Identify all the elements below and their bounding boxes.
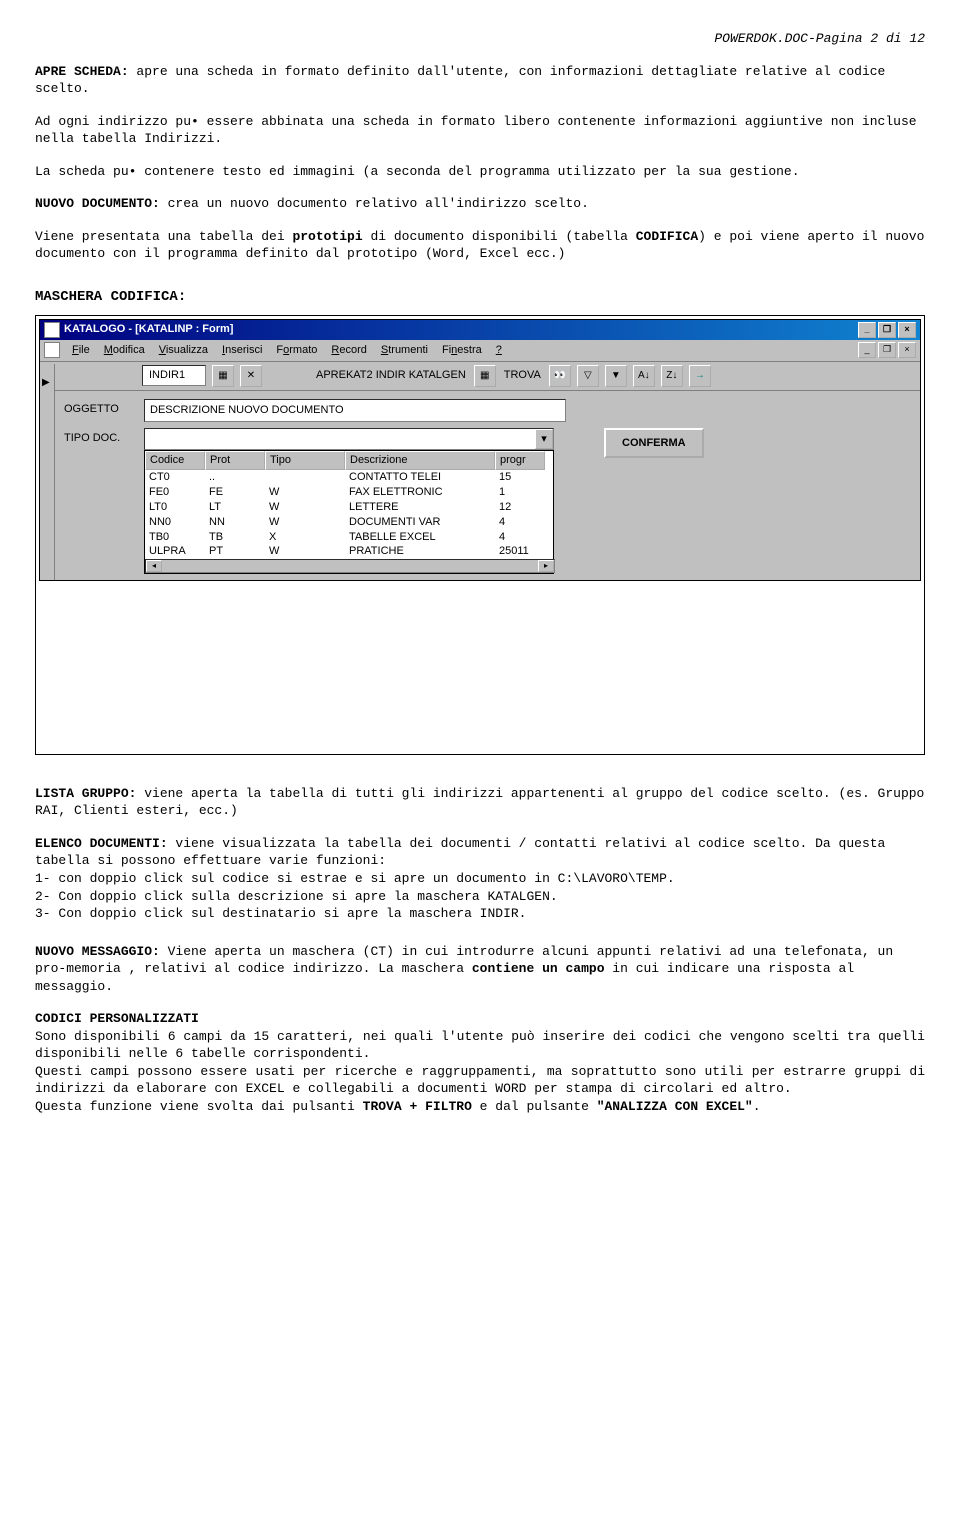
toolbar-field-indir1[interactable]: INDIR1 (142, 365, 206, 386)
nuovo-msg-label: NUOVO MESSAGGIO: (35, 944, 160, 959)
col-prot: Prot (205, 451, 265, 470)
menu-visualizza[interactable]: Visualizza (153, 342, 214, 359)
window-title: KATALOGO - [KATALINP : Form] (64, 322, 233, 337)
toolbar-icon-2[interactable]: ✕ (240, 365, 262, 387)
proto-d: CODIFICA (636, 229, 698, 244)
filter-apply-icon[interactable]: ▼ (605, 365, 627, 387)
lista-gruppo-label: LISTA GRUPPO: (35, 786, 136, 801)
mdi-maximize-button[interactable]: ❐ (878, 342, 896, 358)
elenco-doc-label: ELENCO DOCUMENTI: (35, 836, 168, 851)
apre-scheda-label: APRE SCHEDA: (35, 64, 129, 79)
menu-file[interactable]: File (66, 342, 96, 359)
elenco-li2: 2- Con doppio click sulla descrizione si… (35, 888, 925, 906)
menu-inserisci[interactable]: Inserisci (216, 342, 268, 359)
dropdown-row[interactable]: ULPRAPTWPRATICHE25011 (145, 544, 553, 559)
toolbar-icon-3[interactable]: ▦ (474, 365, 496, 387)
toolbar-icon-1[interactable]: ▦ (212, 365, 234, 387)
menu-strumenti[interactable]: Strumenti (375, 342, 434, 359)
menu-help[interactable]: ? (490, 342, 508, 359)
tipodoc-combo[interactable]: ▾ (144, 428, 554, 451)
mdi-minimize-button[interactable]: _ (858, 342, 876, 358)
para-nuovo-msg: NUOVO MESSAGGIO: Viene aperta un mascher… (35, 943, 925, 996)
para-apre-scheda: APRE SCHEDA: apre una scheda in formato … (35, 63, 925, 98)
dropdown-row[interactable]: FE0FEWFAX ELETTRONIC1 (145, 485, 553, 500)
page-header: POWERDOK.DOC-Pagina 2 di 12 (35, 30, 925, 48)
proto-c: di documento disponibili (tabella (363, 229, 636, 244)
para-elenco-doc: ELENCO DOCUMENTI: viene visualizzata la … (35, 835, 925, 870)
oggetto-input[interactable]: DESCRIZIONE NUOVO DOCUMENTO (144, 399, 566, 422)
toolbar-labels: APREKAT2 INDIR KATALGEN (314, 368, 468, 383)
apre-scheda-text: apre una scheda in formato definito dall… (35, 64, 885, 97)
conferma-button[interactable]: CONFERMA (604, 428, 704, 459)
para-indirizzo: Ad ogni indirizzo pu• essere abbinata un… (35, 113, 925, 148)
para-scheda: La scheda pu• contenere testo ed immagin… (35, 163, 925, 181)
screenshot-container: KATALOGO - [KATALINP : Form] _ ❐ × File … (35, 315, 925, 755)
scroll-right-icon[interactable]: ▸ (538, 560, 554, 572)
app-window: KATALOGO - [KATALINP : Form] _ ❐ × File … (39, 319, 921, 581)
close-button[interactable]: × (898, 322, 916, 338)
col-codice: Codice (145, 451, 205, 470)
dropdown-row[interactable]: NN0NNWDOCUMENTI VAR4 (145, 515, 553, 530)
codici-p3: Questa funzione viene svolta dai pulsant… (35, 1098, 925, 1116)
menu-formato[interactable]: Formato (270, 342, 323, 359)
tipodoc-value (145, 429, 535, 450)
codici-p2: Questi campi possono essere usati per ri… (35, 1063, 925, 1098)
para-prototipi: Viene presentata una tabella dei prototi… (35, 228, 925, 263)
codici-title: CODICI PERSONALIZZATI (35, 1010, 925, 1028)
dropdown-scrollbar[interactable]: ◂ ▸ (145, 559, 555, 573)
sort-desc-icon[interactable]: Z↓ (661, 365, 683, 387)
codici-p3c: e dal pulsante (472, 1099, 597, 1114)
para-nuovo-doc: NUOVO DOCUMENTO: crea un nuovo documento… (35, 195, 925, 213)
col-descr: Descrizione (345, 451, 495, 470)
codici-p3a: Questa funzione viene svolta dai pulsant… (35, 1099, 363, 1114)
codici-p3e: . (753, 1099, 761, 1114)
filter-icon[interactable]: ▽ (577, 365, 599, 387)
nuovo-doc-label: NUOVO DOCUMENTO: (35, 196, 160, 211)
dropdown-row[interactable]: LT0LTWLETTERE12 (145, 500, 553, 515)
menu-finestra[interactable]: Finestra (436, 342, 488, 359)
col-tipo: Tipo (265, 451, 345, 470)
mdi-close-button[interactable]: × (898, 342, 916, 358)
proto-b: prototipi (292, 229, 362, 244)
proto-a: Viene presentata una tabella dei (35, 229, 292, 244)
form-icon (44, 342, 60, 358)
codici-p3b: TROVA + FILTRO (363, 1099, 472, 1114)
codici-p1: Sono disponibili 6 campi da 15 caratteri… (35, 1028, 925, 1063)
dropdown-row[interactable]: TB0TBXTABELLE EXCEL4 (145, 530, 553, 545)
scroll-left-icon[interactable]: ◂ (146, 560, 162, 572)
arrow-right-icon[interactable]: → (689, 365, 711, 387)
menu-modifica[interactable]: Modifica (98, 342, 151, 359)
binoculars-icon[interactable]: 👀 (549, 365, 571, 387)
tipodoc-dropdown[interactable]: Codice Prot Tipo Descrizione progr CT0..… (144, 450, 554, 574)
menu-record[interactable]: Record (325, 342, 372, 359)
titlebar: KATALOGO - [KATALINP : Form] _ ❐ × (40, 320, 920, 340)
menubar: File Modifica Visualizza Inserisci Forma… (40, 340, 920, 362)
oggetto-label: OGGETTO (64, 399, 134, 417)
para-lista-gruppo: LISTA GRUPPO: viene aperta la tabella di… (35, 785, 925, 820)
minimize-button[interactable]: _ (858, 322, 876, 338)
dropdown-header: Codice Prot Tipo Descrizione progr (145, 451, 553, 470)
section-maschera-codifica: MASCHERA CODIFICA: (35, 288, 925, 307)
elenco-li1: 1- con doppio click sul codice si estrae… (35, 870, 925, 888)
chevron-down-icon[interactable]: ▾ (535, 429, 553, 450)
sort-asc-icon[interactable]: A↓ (633, 365, 655, 387)
tipodoc-label: TIPO DOC. (64, 428, 134, 446)
col-progr: progr (495, 451, 545, 470)
record-selector[interactable]: ▶ (40, 364, 55, 580)
codici-p3d: "ANALIZZA CON EXCEL" (597, 1099, 753, 1114)
app-icon (44, 322, 60, 338)
lista-gruppo-text: viene aperta la tabella di tutti gli ind… (35, 786, 924, 819)
dropdown-row[interactable]: CT0..CONTATTO TELEI15 (145, 470, 553, 485)
nuovo-doc-text: crea un nuovo documento relativo all'ind… (160, 196, 589, 211)
toolbar: INDIR1 ▦ ✕ APREKAT2 INDIR KATALGEN ▦ TRO… (40, 362, 920, 391)
nuovo-msg-b: contiene un campo (472, 961, 605, 976)
form-area: OGGETTO DESCRIZIONE NUOVO DOCUMENTO TIPO… (54, 391, 920, 473)
elenco-li3: 3- Con doppio click sul destinatario si … (35, 905, 925, 923)
current-record-arrow-icon: ▶ (42, 376, 50, 390)
maximize-button[interactable]: ❐ (878, 322, 896, 338)
toolbar-trova: TROVA (502, 368, 543, 383)
